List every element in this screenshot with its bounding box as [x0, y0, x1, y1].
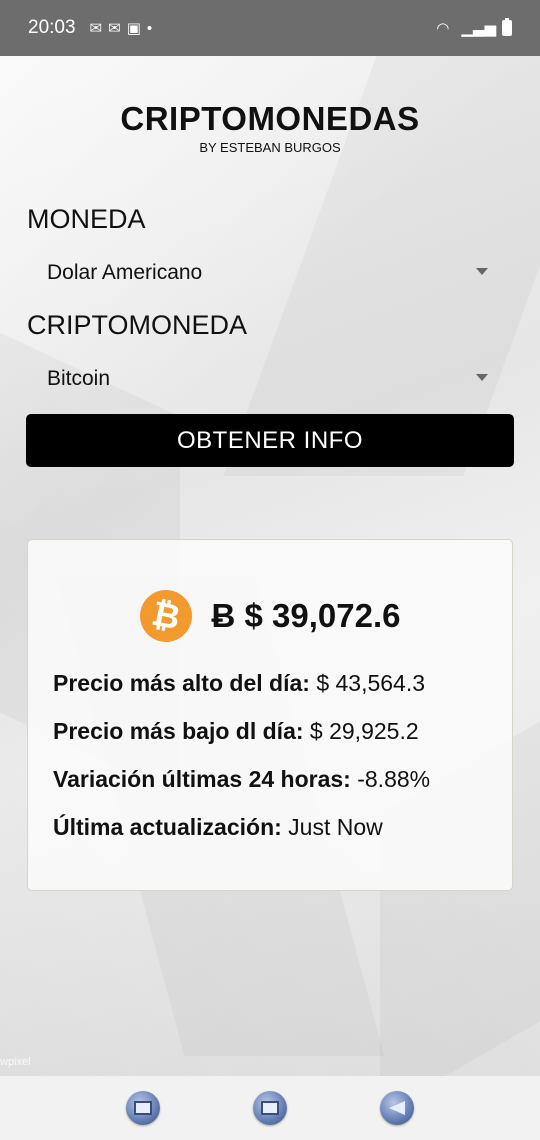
change-value: -8.88%	[357, 766, 431, 792]
home-button[interactable]	[252, 1091, 287, 1125]
updated-line: Última actualización: Just Now	[53, 814, 383, 841]
battery-icon	[502, 18, 512, 36]
high-price-label: Precio más alto del día:	[53, 670, 310, 696]
low-price-label: Precio más bajo dl día:	[53, 718, 304, 744]
home-icon	[260, 1101, 279, 1115]
app-header: CRIPTOMONEDAS BY ESTEBAN BURGOS	[0, 100, 540, 155]
gmail-icon: ✉	[89, 20, 103, 37]
image-icon: ▣	[126, 20, 141, 37]
high-price-value: $ 43,564.3	[316, 670, 426, 696]
bitcoin-icon: ₿	[134, 585, 197, 647]
navigation-bar	[0, 1076, 540, 1140]
dot-icon: •	[146, 19, 153, 37]
gmail-icon: ✉	[108, 20, 121, 37]
currency-label: MONEDA	[27, 204, 146, 234]
updated-label: Última actualización:	[53, 814, 282, 840]
result-card: ₿ Ƀ $ 39,072.6 Precio más alto del día: …	[27, 539, 513, 891]
status-time: 20:03	[28, 17, 76, 38]
signal-icon: ▁▃▅	[461, 20, 496, 37]
page-subtitle: BY ESTEBAN BURGOS	[199, 140, 341, 155]
crypto-select-value: Bitcoin	[47, 367, 111, 390]
status-bar: 20:03 ✉ ✉ ▣ • ◠ ▁▃▅	[0, 0, 540, 56]
chevron-down-icon	[476, 374, 488, 381]
price-row: ₿ Ƀ $ 39,072.6	[28, 585, 512, 647]
crypto-select[interactable]: Bitcoin	[27, 355, 513, 403]
low-price-value: $ 29,925.2	[309, 718, 419, 744]
current-price: Ƀ $ 39,072.6	[211, 597, 401, 634]
page-title: CRIPTOMONEDAS	[120, 100, 420, 137]
currency-select[interactable]: Dolar Americano	[27, 249, 513, 297]
low-price-line: Precio más bajo dl día: $ 29,925.2	[53, 718, 419, 745]
change-line: Variación últimas 24 horas: -8.88%	[53, 766, 430, 793]
updated-value: Just Now	[288, 814, 383, 840]
recent-apps-icon	[134, 1101, 153, 1115]
recent-apps-button[interactable]	[126, 1091, 161, 1125]
currency-select-value: Dolar Americano	[47, 261, 203, 284]
crypto-label: CRIPTOMONEDA	[27, 310, 248, 340]
change-label: Variación últimas 24 horas:	[53, 766, 351, 792]
get-info-button[interactable]: OBTENER INFO	[26, 414, 514, 467]
wifi-icon: ◠	[436, 20, 450, 37]
high-price-line: Precio más alto del día: $ 43,564.3	[53, 670, 425, 697]
back-button[interactable]	[379, 1091, 414, 1125]
watermark: wpixel	[0, 1056, 31, 1068]
back-icon	[388, 1101, 405, 1115]
chevron-down-icon	[476, 268, 488, 275]
